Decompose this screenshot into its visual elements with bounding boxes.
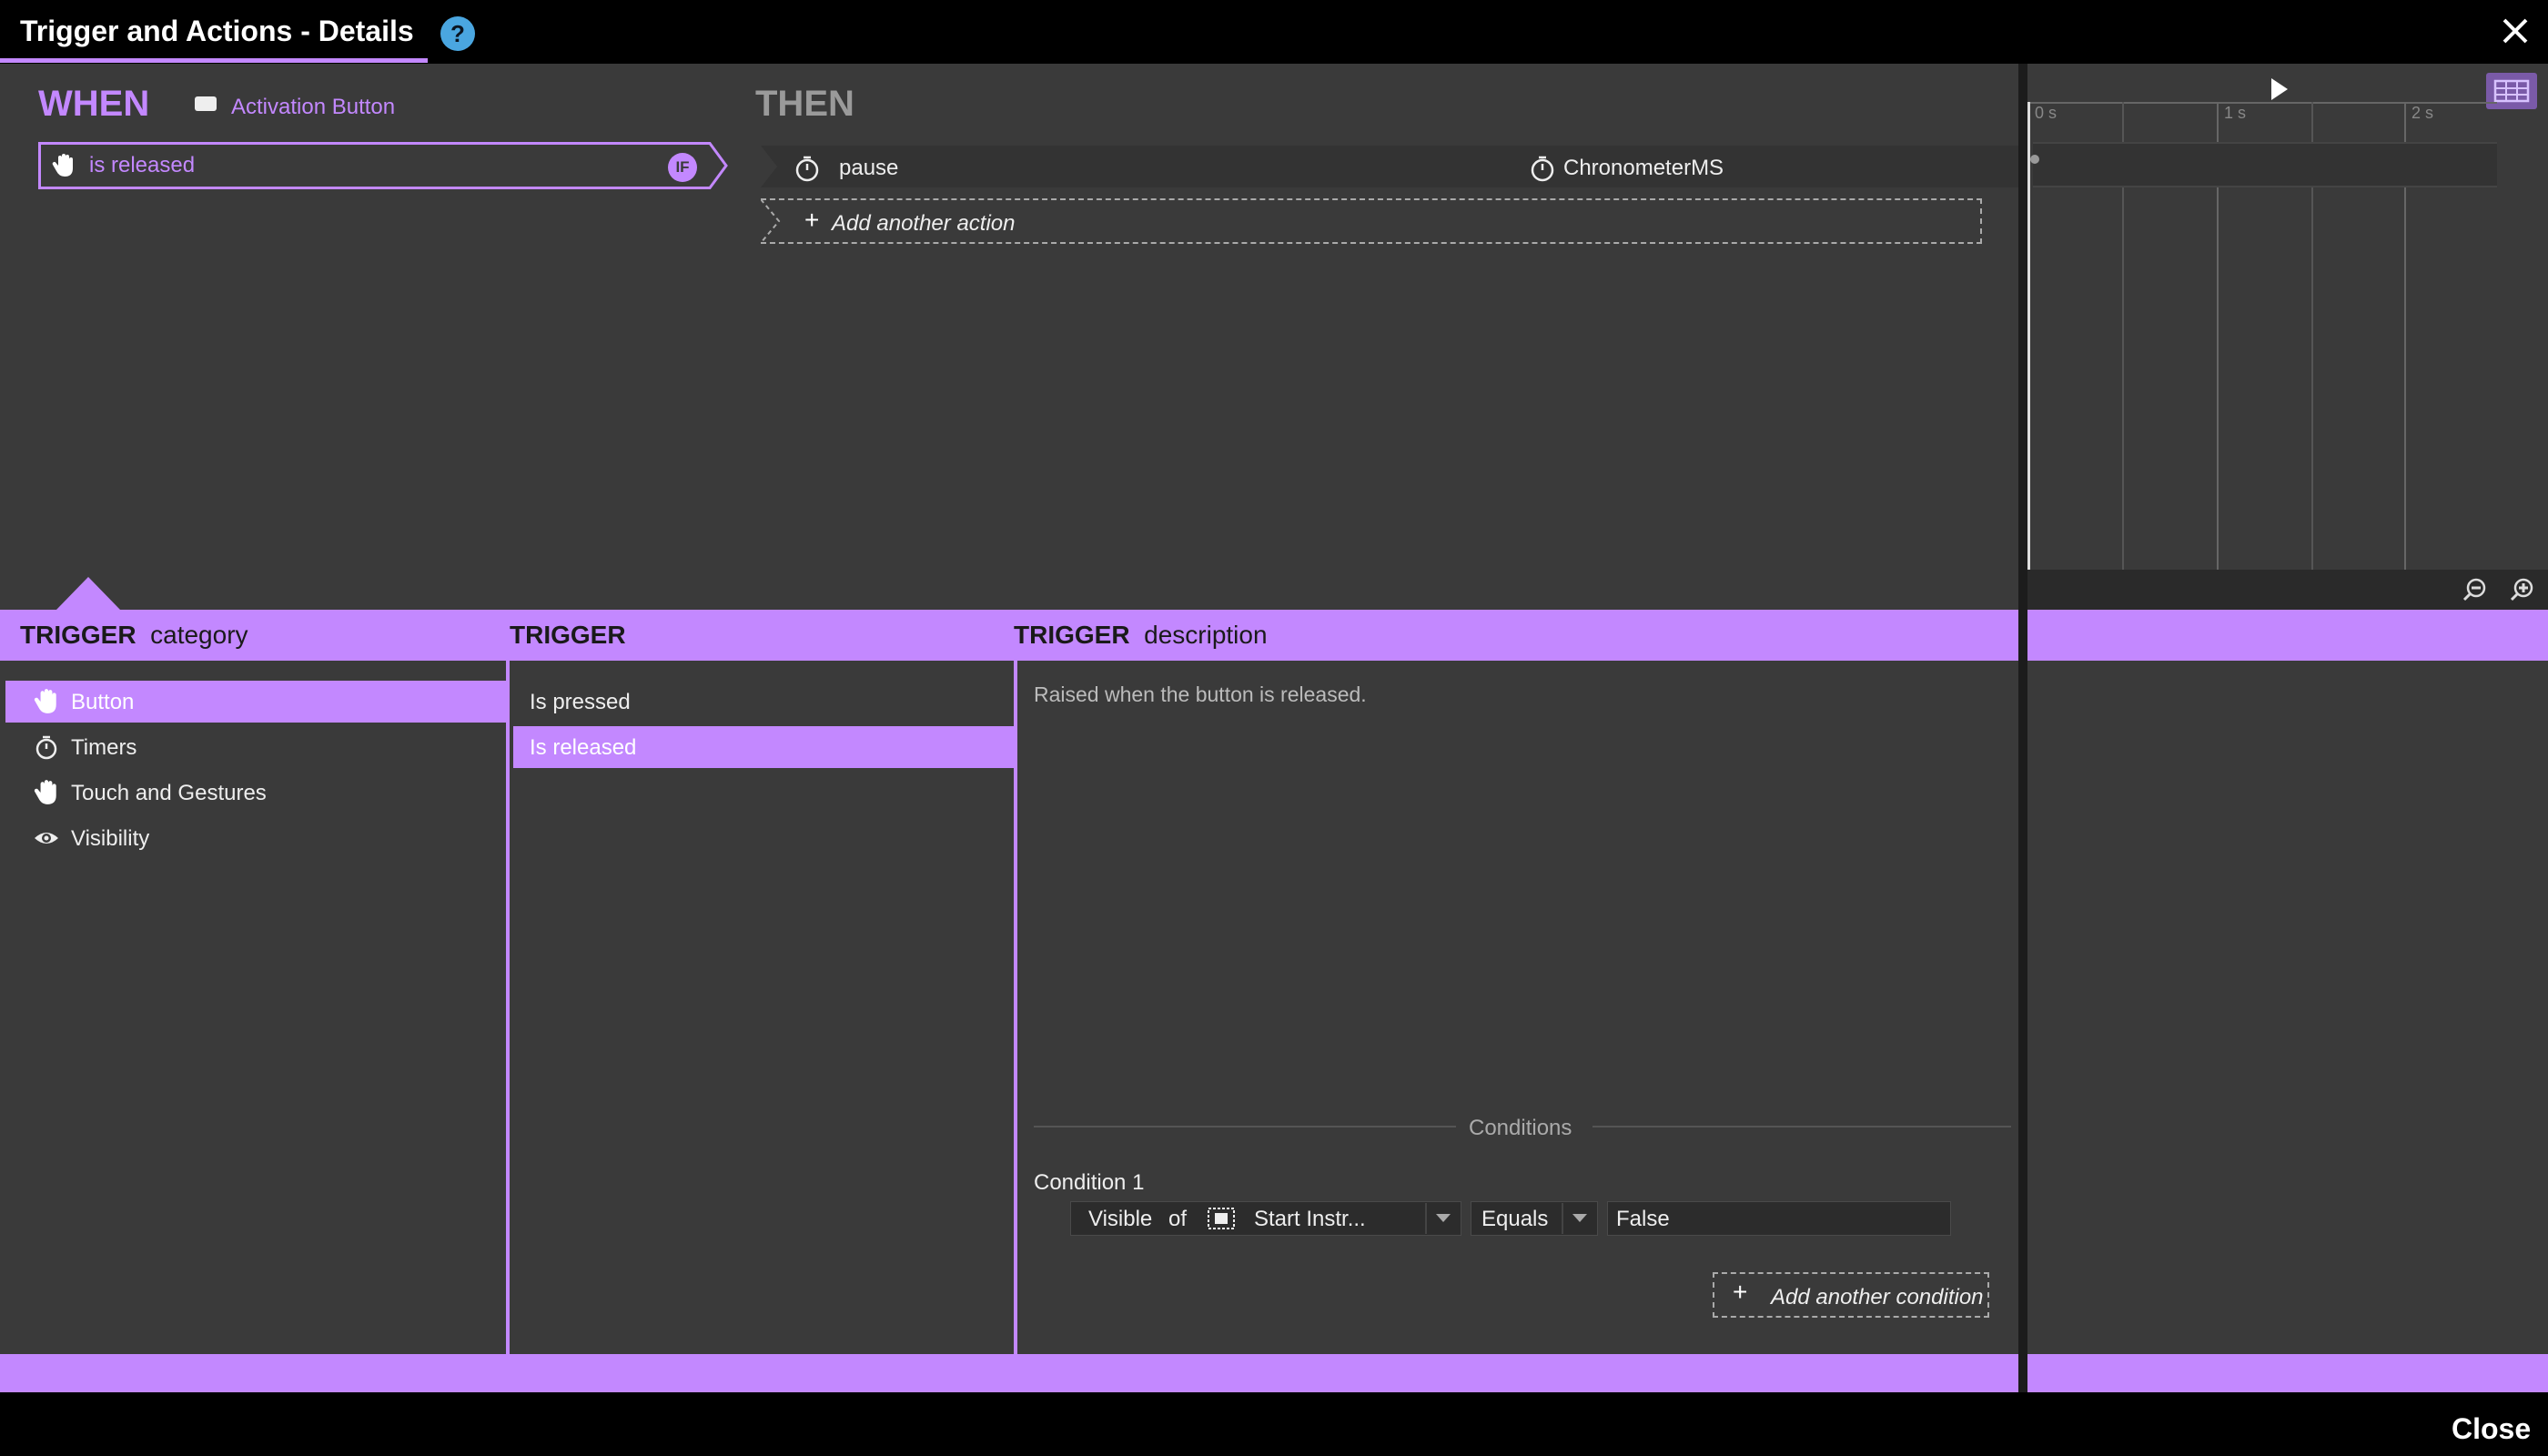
plus-icon: +	[1733, 1278, 1748, 1306]
dropdown-divider	[1562, 1203, 1563, 1234]
column-header-band	[0, 610, 2018, 661]
if-condition-badge[interactable]: IF	[668, 153, 697, 182]
action-name: pause	[839, 156, 899, 180]
trigger-text: is released	[89, 153, 196, 177]
category-label: Timers	[71, 735, 137, 760]
timeline-tick: 1 s	[2224, 104, 2247, 122]
add-condition-label: Add another condition	[1771, 1285, 1984, 1309]
description-header: TRIGGER description	[1014, 621, 1268, 649]
timeline-tick: 0 s	[2035, 104, 2058, 122]
stopwatch-icon	[1531, 156, 1554, 182]
condition-of-text: of	[1168, 1207, 1188, 1231]
trigger-header: TRIGGER	[510, 621, 626, 649]
category-item-button[interactable]: Button	[5, 681, 506, 723]
panel-divider[interactable]	[2018, 64, 2027, 1392]
column-divider	[506, 661, 510, 1354]
dropdown-divider	[1425, 1203, 1427, 1234]
close-button[interactable]: Close	[2452, 1412, 2531, 1446]
button-icon	[195, 96, 217, 111]
condition-property: Visible	[1088, 1207, 1153, 1231]
trigger-item-is-pressed[interactable]: Is pressed	[513, 681, 1014, 723]
timeline-lower-pane	[2027, 661, 2548, 1354]
add-action-label: Add another action	[832, 211, 1016, 236]
category-header: TRIGGER category	[20, 621, 248, 649]
conditions-title: Conditions	[1469, 1116, 1572, 1140]
help-icon[interactable]: ?	[440, 16, 475, 51]
category-label: Visibility	[71, 826, 150, 851]
hand-icon	[34, 689, 56, 713]
timeline-playhead[interactable]	[2027, 102, 2030, 570]
category-item-touch-gestures[interactable]: Touch and Gestures	[5, 772, 506, 814]
description-pane	[1017, 661, 2018, 1354]
divider	[1034, 1126, 1456, 1127]
footer-bar	[0, 1392, 2548, 1456]
trigger-arrow-shape	[701, 142, 728, 189]
column-divider	[1014, 661, 1017, 1354]
close-icon[interactable]	[2497, 13, 2533, 49]
action-target[interactable]: ChronometerMS	[1563, 156, 1724, 181]
category-label: Button	[71, 690, 135, 714]
timeline-keyframe[interactable]	[2030, 155, 2039, 164]
condition-object: Start Instr...	[1254, 1207, 1366, 1231]
chevron-down-icon[interactable]	[1436, 1214, 1451, 1222]
trigger-source-link[interactable]: Activation Button	[231, 95, 395, 120]
timeline-grid-icon[interactable]	[2486, 73, 2537, 109]
stopwatch-icon	[795, 156, 819, 182]
bottom-band	[0, 1354, 2018, 1392]
timeline-tick: 2 s	[2412, 104, 2434, 122]
when-label: WHEN	[38, 84, 150, 124]
frame-icon	[1208, 1208, 1235, 1229]
add-action-notch-shape	[761, 198, 781, 244]
action-notch-shape	[761, 146, 777, 187]
divider	[1592, 1126, 2011, 1127]
category-item-visibility[interactable]: Visibility	[5, 817, 506, 859]
eye-icon	[35, 833, 58, 844]
hand-icon	[52, 154, 73, 177]
column-header-band-right	[2027, 610, 2548, 661]
timeline-action-track[interactable]	[2033, 142, 2497, 187]
then-label: THEN	[755, 84, 854, 124]
condition-operator: Equals	[1481, 1207, 1549, 1231]
trigger-item-is-released[interactable]: Is released	[513, 726, 1014, 768]
condition-label: Condition 1	[1034, 1170, 1145, 1195]
window-title: Trigger and Actions - Details	[20, 15, 414, 47]
hand-icon	[34, 780, 56, 804]
condition-value: False	[1616, 1207, 1670, 1231]
trigger-label: Is released	[530, 735, 637, 760]
zoom-in-icon[interactable]	[2510, 577, 2535, 602]
zoom-out-icon[interactable]	[2462, 577, 2488, 602]
section-pointer	[56, 577, 120, 610]
action-row[interactable]	[761, 146, 2018, 187]
title-underline	[0, 58, 428, 63]
trigger-description: Raised when the button is released.	[1034, 682, 1367, 706]
trigger-label: Is pressed	[530, 690, 631, 714]
plus-icon: +	[804, 206, 820, 234]
bottom-band-right	[2027, 1354, 2548, 1392]
category-item-timers[interactable]: Timers	[5, 726, 506, 768]
stopwatch-icon	[35, 735, 57, 760]
play-icon[interactable]	[2270, 78, 2288, 100]
chevron-down-icon[interactable]	[1572, 1214, 1587, 1222]
category-label: Touch and Gestures	[71, 781, 267, 805]
